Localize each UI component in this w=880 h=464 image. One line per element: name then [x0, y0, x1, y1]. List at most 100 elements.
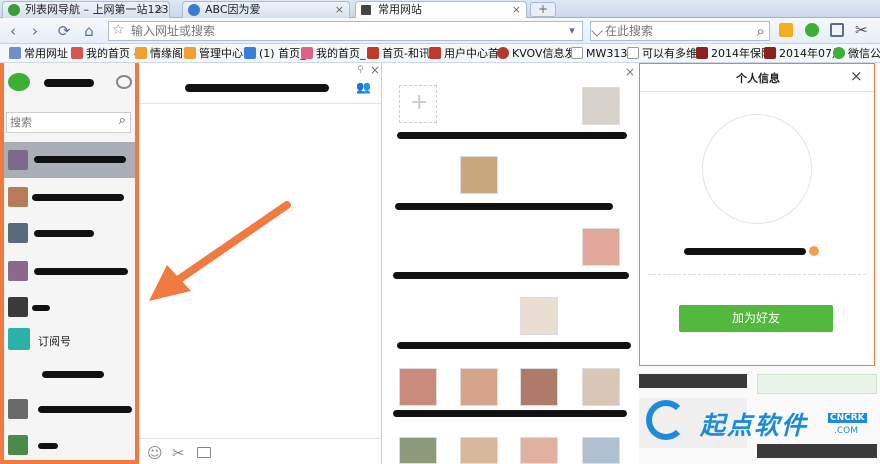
bookmark-item[interactable]: 可以有多维	[626, 46, 697, 61]
new-chat-icon[interactable]	[116, 75, 132, 89]
emoji-icon[interactable]: ☺	[147, 444, 163, 462]
bookmark-item[interactable]: 情缘阁	[134, 46, 183, 61]
address-dropdown-icon[interactable]: ▾	[563, 22, 581, 40]
close-icon[interactable]: ×	[850, 67, 863, 85]
pin-icon[interactable]: ⚲	[357, 65, 364, 75]
bookmark-item[interactable]: KVOV信息发	[496, 46, 576, 61]
photo-thumb[interactable]	[582, 368, 620, 406]
contact-search[interactable]: ⌕	[6, 112, 131, 133]
profile-avatar	[702, 114, 812, 224]
search-engine-dropdown-icon[interactable]	[591, 25, 603, 37]
scissors-icon[interactable]: ✂	[855, 21, 868, 39]
redacted-contact-name	[34, 268, 128, 275]
favorites-icon[interactable]	[779, 23, 793, 37]
watermark-domain: CNCRK	[828, 413, 867, 423]
tab-close-icon[interactable]: ×	[512, 2, 521, 18]
forward-icon[interactable]: ›	[26, 22, 44, 40]
tab-lieb[interactable]: 列表网导航 – 上网第一站123.lieb ×	[2, 1, 170, 18]
photo-thumb[interactable]	[582, 437, 620, 464]
bookmark-favicon	[184, 47, 196, 59]
contact-item[interactable]	[4, 217, 135, 251]
photo-thumb[interactable]	[399, 437, 437, 464]
subscription-item[interactable]: 订阅号	[4, 327, 135, 361]
search-box[interactable]: ⌕	[590, 21, 770, 41]
contact-item[interactable]	[4, 363, 135, 383]
contact-item[interactable]	[4, 291, 135, 325]
contact-item[interactable]	[4, 429, 135, 463]
background-block	[639, 374, 747, 388]
bookmark-item[interactable]: (1) 首页_	[243, 46, 306, 61]
bookmark-favicon	[244, 47, 256, 59]
wechat-icon[interactable]	[805, 23, 819, 37]
contact-item[interactable]	[4, 181, 135, 215]
home-icon[interactable]: ⌂	[80, 22, 98, 40]
plus-icon: +	[410, 90, 429, 115]
wechat-sidebar: ⌕ 订阅号	[0, 63, 139, 464]
redacted-text	[393, 272, 629, 279]
address-input[interactable]	[131, 22, 571, 40]
redacted-contact-name	[42, 371, 104, 378]
bookmark-item[interactable]: 我的首页 -	[70, 46, 137, 61]
add-photo-button[interactable]: +	[399, 85, 437, 123]
contact-item-selected[interactable]	[4, 142, 135, 178]
photo-thumb[interactable]	[520, 297, 558, 335]
search-icon[interactable]: ⌕	[757, 22, 765, 40]
divider	[648, 274, 866, 275]
bookmark-item[interactable]: 用户中心首	[428, 46, 499, 61]
folder-icon[interactable]	[197, 447, 211, 458]
photo-thumb[interactable]	[582, 87, 620, 125]
wechat-logo-icon	[8, 73, 30, 91]
photo-thumb[interactable]	[460, 156, 498, 194]
photo-thumb[interactable]	[520, 437, 558, 464]
tab-strip: 列表网导航 – 上网第一站123.lieb × ABC因为爱 × 常用网站 × …	[0, 0, 880, 18]
tab-close-icon[interactable]: ×	[335, 2, 344, 18]
redacted-contact-name	[38, 406, 132, 413]
bookmark-item[interactable]: 我的首页_	[300, 46, 366, 61]
photo-thumb[interactable]	[582, 228, 620, 266]
tab-abc[interactable]: ABC因为爱 ×	[182, 1, 350, 18]
photo-thumb[interactable]	[460, 437, 498, 464]
redacted-nickname	[684, 248, 806, 255]
address-bar[interactable]: ☆	[108, 21, 583, 41]
contact-search-input[interactable]	[10, 114, 110, 131]
bookmark-item[interactable]: 2014年07月	[763, 46, 843, 61]
photo-thumb[interactable]	[399, 368, 437, 406]
add-friend-button[interactable]: 加为好友	[679, 305, 833, 332]
profile-header: 个人信息 ×	[640, 64, 874, 92]
search-input[interactable]	[605, 22, 745, 40]
contact-item[interactable]	[4, 255, 135, 289]
subscription-label: 订阅号	[38, 335, 71, 348]
scissors-icon[interactable]: ✂	[172, 444, 185, 462]
bookmarks-bar: 常用网址 我的首页 - 情缘阁 管理中心 (1) 首页_ 我的首页_ 首页-和讯…	[0, 44, 880, 63]
redacted-text	[397, 342, 631, 349]
tab-favicon	[8, 4, 20, 16]
close-icon[interactable]: ×	[370, 63, 380, 77]
redacted-contact-name	[32, 305, 50, 311]
contacts-icon[interactable]: 👥	[356, 80, 371, 94]
bookmark-favicon	[696, 47, 708, 59]
close-icon[interactable]: ×	[625, 65, 635, 79]
avatar	[8, 399, 28, 419]
new-tab-button[interactable]: +	[530, 2, 556, 17]
bookmark-item[interactable]: 常用网址	[8, 46, 68, 61]
page-icon	[571, 47, 583, 59]
tab-title: 常用网站	[378, 3, 422, 16]
redacted-contact-name	[34, 156, 126, 163]
moments-panel: × +	[383, 63, 637, 464]
bookmark-item[interactable]: 微信公众	[832, 46, 880, 61]
bookmark-item[interactable]: 首页-和讯	[366, 46, 430, 61]
tab-title: ABC因为爱	[205, 3, 261, 16]
photo-thumb[interactable]	[460, 368, 498, 406]
profile-title: 个人信息	[736, 72, 780, 85]
tab-common-sites[interactable]: 常用网站 ×	[355, 1, 527, 18]
redacted-text	[397, 132, 627, 139]
share-icon[interactable]	[830, 23, 844, 37]
photo-thumb[interactable]	[520, 368, 558, 406]
refresh-icon[interactable]: ⟳	[55, 22, 73, 40]
star-icon[interactable]: ☆	[112, 22, 125, 38]
back-icon[interactable]: ‹	[4, 22, 22, 40]
contact-item[interactable]	[4, 393, 135, 427]
bookmark-item[interactable]: 2014年保险	[695, 46, 772, 61]
bookmark-item[interactable]: 管理中心	[183, 46, 243, 61]
tab-close-icon[interactable]: ×	[155, 2, 164, 18]
